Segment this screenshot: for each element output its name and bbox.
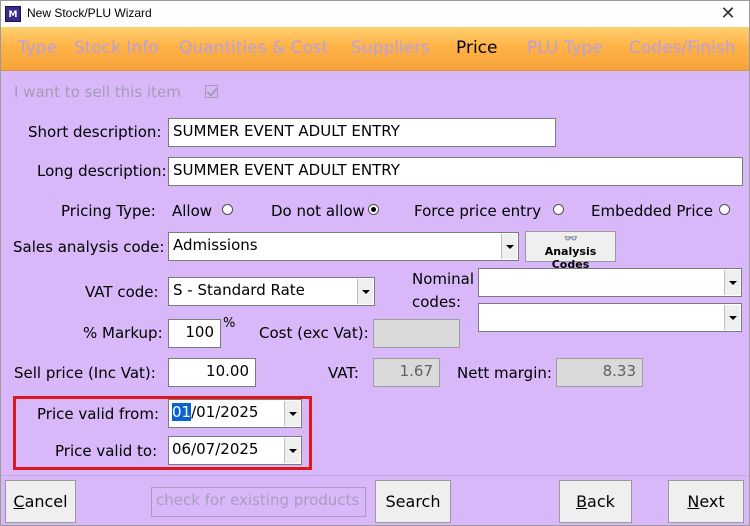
sales-analysis-value: Admissions [173, 236, 258, 254]
pricing-option-allow-radio[interactable] [222, 204, 233, 215]
tab-quantities-cost[interactable]: Quantities & Cost [179, 38, 328, 58]
chevron-down-icon[interactable] [724, 270, 740, 295]
markup-percent-sign: % [223, 316, 236, 331]
cost-field [373, 319, 460, 348]
nominal-code-1-select[interactable] [478, 268, 742, 297]
cancel-button[interactable]: Cancel [5, 480, 76, 523]
sell-item-checkbox[interactable] [205, 85, 218, 98]
pricing-option-force-label: Force price entry [414, 202, 542, 220]
wizard-window: M New Stock/PLU Wizard ✕ Type Stock Info… [0, 0, 750, 526]
window-title: New Stock/PLU Wizard [27, 6, 152, 20]
nett-margin-label: Nett margin: [457, 364, 552, 382]
pricing-option-embedded-radio[interactable] [719, 204, 730, 215]
pricing-option-embedded-label: Embedded Price [591, 202, 713, 220]
back-label: ack [587, 492, 615, 511]
cost-label: Cost (exc Vat): [259, 324, 369, 342]
vat-code-select[interactable]: S - Standard Rate [168, 277, 375, 306]
app-icon: M [5, 6, 21, 22]
back-accel: B [576, 492, 588, 511]
short-description-label: Short description: [28, 123, 162, 141]
chevron-down-icon[interactable] [357, 279, 373, 304]
pricing-option-do-not-allow-radio[interactable] [368, 204, 379, 215]
vat-label: VAT: [328, 364, 359, 382]
next-button[interactable]: Next [668, 480, 744, 523]
next-label: ext [699, 492, 725, 511]
close-button[interactable]: ✕ [715, 3, 741, 25]
title-bar: M New Stock/PLU Wizard ✕ [1, 1, 749, 27]
search-button[interactable]: Search [375, 480, 451, 523]
nett-margin-field: 8.33 [556, 358, 643, 387]
next-accel: N [687, 492, 700, 511]
sell-item-label: I want to sell this item [14, 83, 181, 101]
vat-code-label: VAT code: [85, 283, 159, 301]
long-description-field[interactable]: SUMMER EVENT ADULT ENTRY [168, 157, 743, 186]
markup-field[interactable]: 100 [168, 319, 221, 348]
existing-products-search-input[interactable]: check for existing products [151, 487, 366, 517]
pricing-type-label: Pricing Type: [61, 202, 156, 220]
nominal-codes-label-line2: codes: [412, 293, 462, 311]
back-button[interactable]: Back [559, 480, 632, 523]
chevron-down-icon[interactable] [501, 234, 517, 259]
tab-codes-finish[interactable]: Codes/Finish [629, 38, 736, 58]
pricing-option-allow-label: Allow [172, 202, 213, 220]
wizard-tab-bar: Type Stock Info Quantities & Cost Suppli… [1, 27, 749, 71]
tab-plu-type[interactable]: PLU Type [527, 38, 603, 58]
long-description-label: Long description: [37, 162, 167, 180]
short-description-field[interactable]: SUMMER EVENT ADULT ENTRY [168, 118, 556, 147]
sales-analysis-label: Sales analysis code: [13, 238, 165, 256]
highlight-box [13, 396, 312, 470]
chevron-down-icon[interactable] [724, 305, 740, 330]
pricing-option-force-radio[interactable] [553, 204, 564, 215]
cancel-accel: C [13, 492, 25, 511]
cancel-label: ancel [24, 492, 68, 511]
footer-divider [1, 475, 749, 476]
tab-stock-info[interactable]: Stock Info [74, 38, 159, 58]
vat-code-value: S - Standard Rate [173, 281, 305, 299]
glasses-icon: 👓 [564, 232, 578, 245]
sales-analysis-select[interactable]: Admissions [168, 232, 519, 261]
nominal-codes-label-line1: Nominal [412, 270, 475, 288]
tab-suppliers[interactable]: Suppliers [351, 38, 430, 58]
sell-price-field[interactable]: 10.00 [168, 358, 256, 387]
pricing-option-do-not-allow-label: Do not allow [271, 202, 365, 220]
tab-price[interactable]: Price [456, 38, 497, 58]
vat-field: 1.67 [373, 358, 440, 387]
tab-type[interactable]: Type [18, 38, 57, 58]
analysis-codes-button[interactable]: 👓 Analysis Codes [525, 231, 616, 271]
markup-label: % Markup: [83, 324, 163, 342]
nominal-code-2-select[interactable] [478, 303, 742, 332]
sell-price-label: Sell price (Inc Vat): [14, 364, 156, 382]
